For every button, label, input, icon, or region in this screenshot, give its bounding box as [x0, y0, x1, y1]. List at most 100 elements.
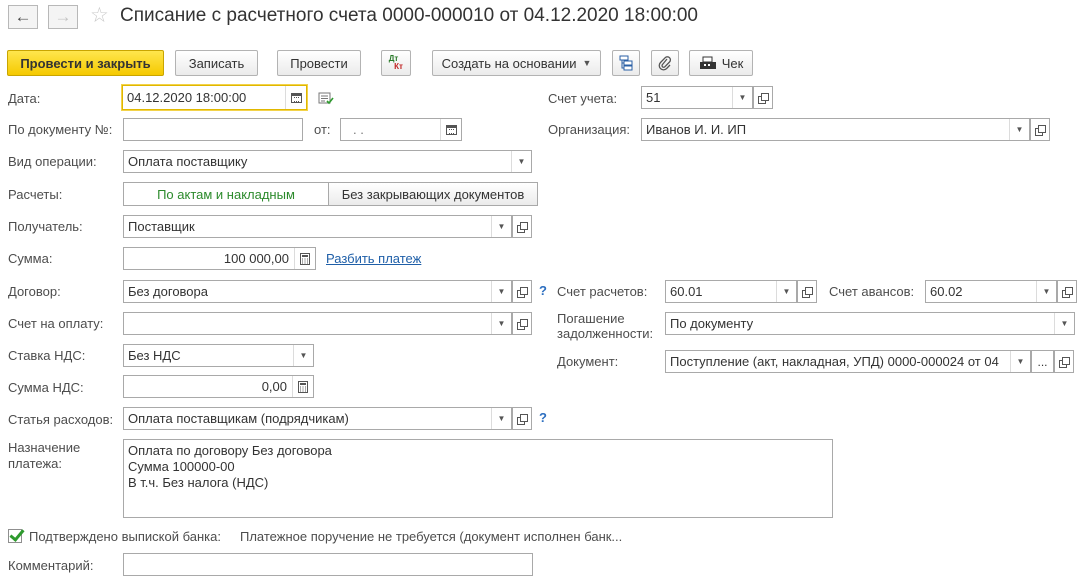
advance-account-open-button[interactable] [1057, 280, 1077, 303]
account-input[interactable]: 51 ▼ [641, 86, 753, 109]
invoice-select[interactable]: ▼ [123, 312, 512, 335]
document-open-button[interactable] [1054, 350, 1074, 373]
vat-rate-label: Ставка НДС: [8, 348, 86, 363]
calculator-icon [300, 252, 310, 265]
doc-number-label: По документу №: [8, 122, 113, 137]
dropdown-arrow-icon[interactable]: ▼ [491, 408, 511, 429]
purpose-line: В т.ч. Без налога (НДС) [128, 475, 269, 490]
advance-account-select[interactable]: 60.02 ▼ [925, 280, 1057, 303]
expense-item-open-button[interactable] [512, 407, 532, 430]
window-title: Списание с расчетного счета 0000-000010 … [120, 5, 698, 26]
date-input[interactable]: 04.12.2020 18:00:00 [122, 85, 307, 110]
expense-item-label: Статья расходов: [8, 412, 114, 427]
amount-label: Сумма: [8, 251, 53, 266]
dropdown-arrow-icon[interactable]: ▼ [776, 281, 796, 302]
doc-from-label: от: [314, 122, 331, 137]
dt-kt-button[interactable]: Дт Кт [381, 50, 411, 76]
bank-confirmed-label: Подтверждено выпиской банка: [29, 529, 221, 544]
dropdown-arrow-icon[interactable]: ▼ [491, 216, 511, 237]
settlement-account-open-button[interactable] [797, 280, 817, 303]
account-open-button[interactable] [753, 86, 773, 109]
dropdown-arrow-icon[interactable]: ▼ [1036, 281, 1056, 302]
calculator-icon [298, 380, 308, 393]
open-form-icon [758, 92, 769, 104]
arrow-left-icon: ← [14, 7, 32, 26]
payment-purpose-textarea[interactable]: Оплата по договору Без договора Сумма 10… [123, 439, 833, 518]
open-form-icon [1059, 356, 1070, 368]
expense-item-select[interactable]: Оплата поставщикам (подрядчикам) ▼ [123, 407, 512, 430]
comment-input[interactable] [123, 553, 533, 576]
dt-kt-icon: Дт Кт [388, 54, 403, 71]
vat-rate-select[interactable]: Без НДС ▼ [123, 344, 314, 367]
debt-repayment-label-line2: задолженности: [557, 326, 654, 341]
dropdown-arrow-icon[interactable]: ▼ [491, 281, 511, 302]
vat-amount-label: Сумма НДС: [8, 380, 84, 395]
open-form-icon [802, 286, 813, 298]
contract-help-icon[interactable]: ? [539, 283, 547, 298]
dropdown-arrow-icon[interactable]: ▼ [1054, 313, 1074, 334]
expense-item-help-icon[interactable]: ? [539, 410, 547, 425]
calendar-icon [445, 124, 457, 135]
back-button[interactable]: ← [8, 5, 38, 29]
purpose-line: Сумма 100000-00 [128, 459, 235, 474]
post-and-close-button[interactable]: Провести и закрыть [7, 50, 164, 76]
paperclip-icon [658, 56, 672, 71]
dropdown-arrow-icon[interactable]: ▼ [1009, 119, 1029, 140]
advance-account-label: Счет авансов: [829, 284, 915, 299]
doc-number-input[interactable] [123, 118, 303, 141]
doc-from-date-input[interactable]: . . [340, 118, 462, 141]
split-payment-link[interactable]: Разбить платеж [326, 251, 421, 266]
dropdown-arrow-icon[interactable]: ▼ [732, 87, 752, 108]
calendar-button[interactable] [440, 119, 461, 140]
settlement-account-label: Счет расчетов: [557, 284, 648, 299]
bank-confirmed-checkbox[interactable] [8, 529, 22, 543]
dropdown-arrow-icon[interactable]: ▼ [511, 151, 531, 172]
operation-type-select[interactable]: Оплата поставщику ▼ [123, 150, 532, 173]
settlements-option-no-docs[interactable]: Без закрывающих документов [328, 182, 538, 206]
organization-open-button[interactable] [1030, 118, 1050, 141]
arrow-right-icon: → [54, 7, 72, 26]
organization-label: Организация: [548, 122, 631, 137]
organization-input[interactable]: Иванов И. И. ИП ▼ [641, 118, 1030, 141]
calendar-icon [290, 92, 302, 103]
settlement-account-select[interactable]: 60.01 ▼ [665, 280, 797, 303]
dropdown-arrow-icon[interactable]: ▼ [491, 313, 511, 334]
open-form-icon [1035, 124, 1046, 136]
caret-down-icon: ▼ [582, 58, 592, 68]
recipient-select[interactable]: Поставщик ▼ [123, 215, 512, 238]
create-based-on-button[interactable]: Создать на основании ▼ [432, 50, 601, 76]
recipient-open-button[interactable] [512, 215, 532, 238]
dropdown-arrow-icon[interactable]: ▼ [1010, 351, 1030, 372]
attach-files-button[interactable] [651, 50, 679, 76]
save-button[interactable]: Записать [175, 50, 258, 76]
amount-input[interactable]: 100 000,00 [123, 247, 316, 270]
open-form-icon [1062, 286, 1073, 298]
bank-confirmed-note: Платежное поручение не требуется (докуме… [240, 529, 623, 544]
dropdown-arrow-icon[interactable]: ▼ [293, 345, 313, 366]
structure-button[interactable] [612, 50, 640, 76]
open-form-icon [517, 221, 528, 233]
settlements-label: Расчеты: [8, 187, 63, 202]
receipt-button[interactable]: Чек [689, 50, 753, 76]
operation-type-label: Вид операции: [8, 154, 97, 169]
debt-repayment-select[interactable]: По документу ▼ [665, 312, 1075, 335]
vat-amount-input[interactable]: 0,00 [123, 375, 314, 398]
calculator-button[interactable] [294, 248, 315, 269]
document-select[interactable]: Поступление (акт, накладная, УПД) 0000-0… [665, 350, 1031, 373]
favorite-star-icon[interactable]: ☆ [90, 4, 109, 28]
cash-register-icon [699, 56, 716, 69]
contract-open-button[interactable] [512, 280, 532, 303]
purpose-label-line1: Назначение [8, 440, 81, 455]
document-label: Документ: [557, 354, 619, 369]
contract-label: Договор: [8, 284, 61, 299]
invoice-open-button[interactable] [512, 312, 532, 335]
settlements-option-acts[interactable]: По актам и накладным [123, 182, 329, 206]
forward-button[interactable]: → [48, 5, 78, 29]
document-select-more-button[interactable]: ... [1031, 350, 1054, 373]
contract-select[interactable]: Без договора ▼ [123, 280, 512, 303]
hierarchy-icon [619, 55, 633, 71]
calculator-button[interactable] [292, 376, 313, 397]
post-button[interactable]: Провести [277, 50, 361, 76]
document-history-icon[interactable] [318, 92, 334, 108]
calendar-button[interactable] [285, 86, 306, 109]
